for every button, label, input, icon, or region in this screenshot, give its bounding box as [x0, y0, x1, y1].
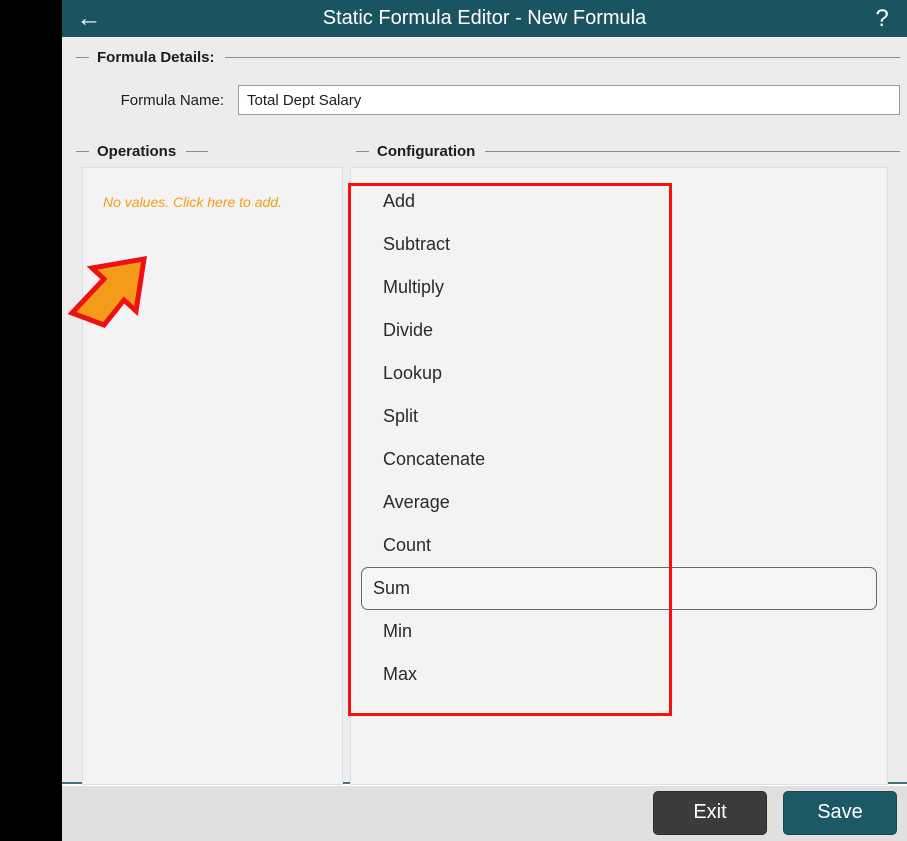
formula-editor-window: ← Static Formula Editor - New Formula ? … [62, 0, 907, 841]
config-item-min[interactable]: Min [361, 610, 877, 653]
formula-name-label: Formula Name: [120, 91, 224, 109]
legend-dash [76, 150, 89, 152]
operations-legend: Operations [76, 142, 209, 160]
config-item-max[interactable]: Max [361, 653, 877, 696]
help-question-mark-icon[interactable]: ? [869, 0, 895, 37]
save-button[interactable]: Save [783, 790, 897, 835]
formula-name-input[interactable] [238, 85, 900, 115]
exit-button[interactable]: Exit [653, 790, 767, 835]
editor-content: Formula Details: Formula Name: Operation… [62, 37, 907, 785]
formula-details-legend: Formula Details: [76, 48, 900, 66]
legend-dash [76, 56, 89, 58]
operation-type-list: Add Subtract Multiply Divide Lookup Split Conc… [351, 168, 887, 696]
footer-bar: Exit Save [62, 782, 907, 841]
page-title: Static Formula Editor - New Formula [322, 7, 647, 29]
config-item-multiply[interactable]: Multiply [361, 266, 877, 309]
config-item-add[interactable]: Add [361, 180, 877, 223]
formula-details-legend-label: Formula Details: [97, 48, 215, 66]
legend-rule [186, 150, 209, 152]
operations-panel[interactable]: No values. Click here to add. [82, 167, 343, 785]
config-item-count[interactable]: Count [361, 524, 877, 567]
title-bar: ← Static Formula Editor - New Formula ? [62, 0, 907, 37]
config-item-sum[interactable]: Sum [361, 567, 877, 610]
configuration-legend: Configuration [356, 142, 900, 160]
operations-legend-label: Operations [97, 142, 177, 160]
operations-empty-hint[interactable]: No values. Click here to add. [103, 194, 282, 210]
legend-dash [356, 150, 369, 152]
config-item-average[interactable]: Average [361, 481, 877, 524]
left-letterbox-band [0, 0, 62, 841]
formula-name-row: Formula Name: [76, 85, 900, 115]
legend-rule [485, 150, 900, 152]
config-item-split[interactable]: Split [361, 395, 877, 438]
config-item-concatenate[interactable]: Concatenate [361, 438, 877, 481]
config-item-subtract[interactable]: Subtract [361, 223, 877, 266]
config-item-lookup[interactable]: Lookup [361, 352, 877, 395]
config-item-divide[interactable]: Divide [361, 309, 877, 352]
legend-rule [224, 56, 900, 58]
configuration-legend-label: Configuration [377, 142, 476, 160]
back-arrow-icon[interactable]: ← [62, 0, 116, 37]
configuration-panel: Add Subtract Multiply Divide Lookup Split Conc… [350, 167, 888, 785]
